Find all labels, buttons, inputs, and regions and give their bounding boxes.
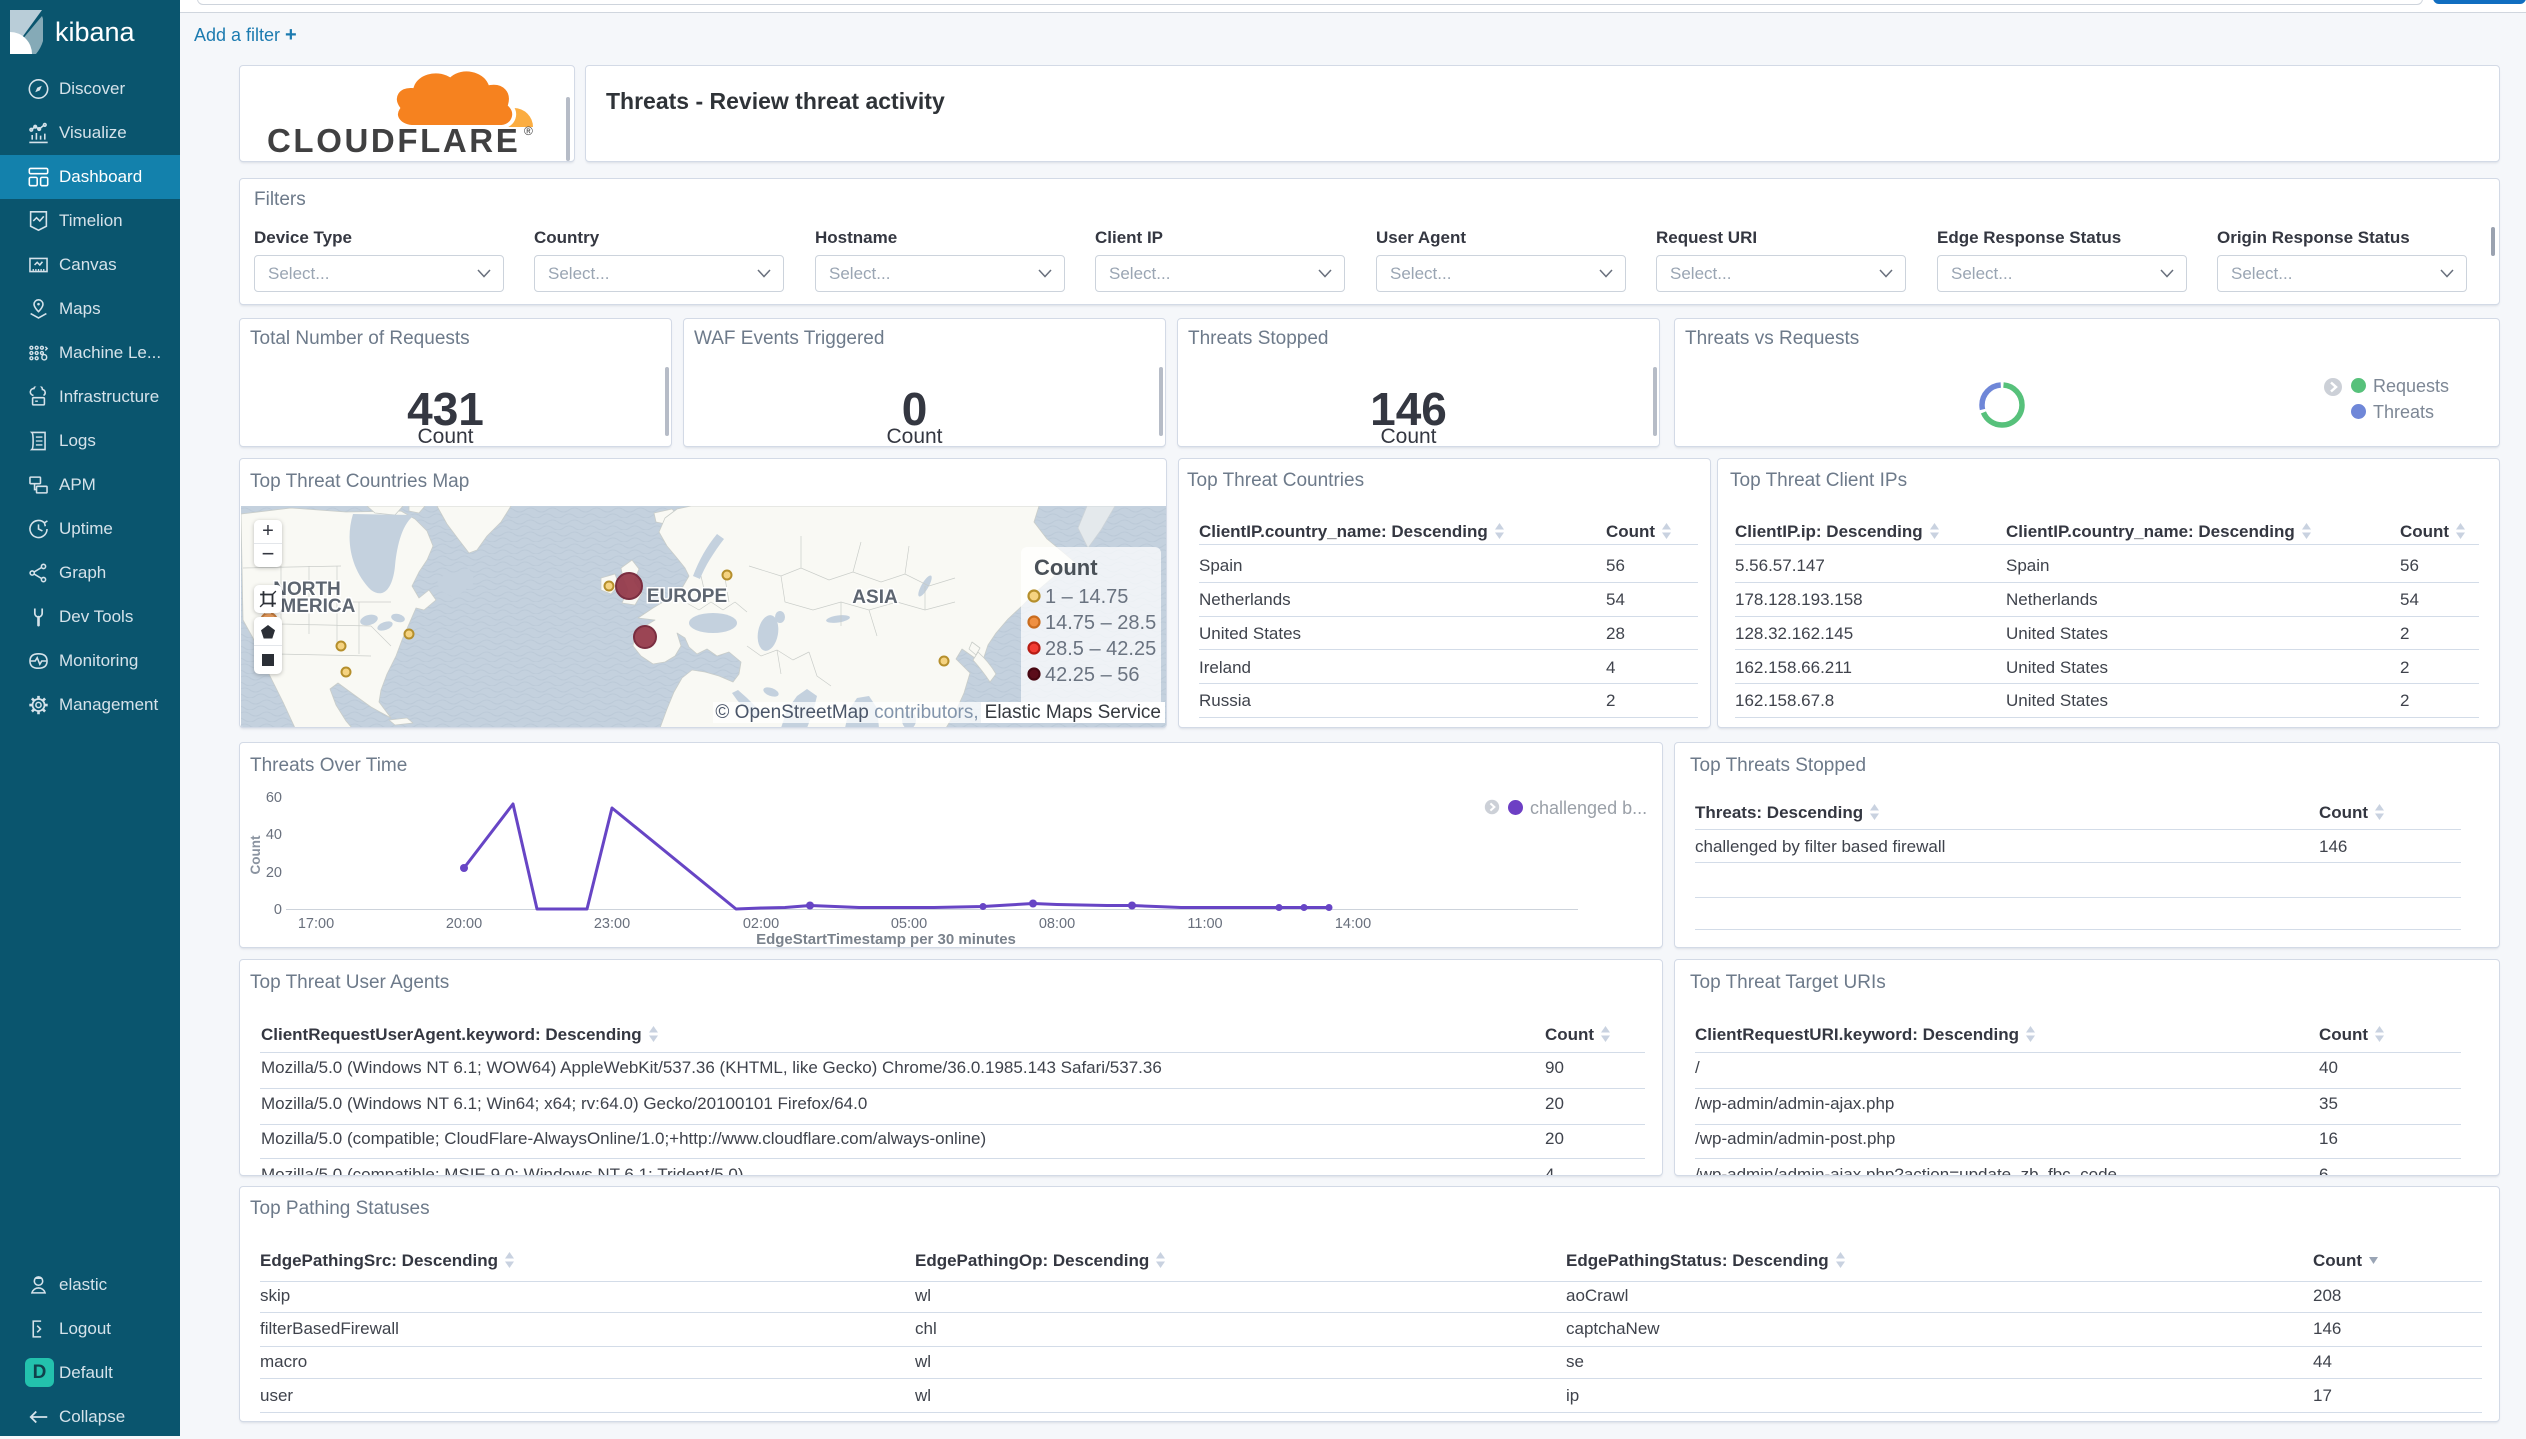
svg-text:28.5 – 42.25: 28.5 – 42.25 <box>1045 638 1156 660</box>
svg-text:05:00: 05:00 <box>891 916 927 932</box>
svg-text:40: 40 <box>266 827 282 843</box>
svg-text:ASIA: ASIA <box>852 587 898 608</box>
svg-text:CLOUDFLARE: CLOUDFLARE <box>267 122 520 159</box>
svg-text:08:00: 08:00 <box>1039 916 1075 932</box>
svg-text:1 – 14.75: 1 – 14.75 <box>1045 587 1128 608</box>
svg-text:0: 0 <box>274 902 282 918</box>
svg-text:Count: Count <box>248 835 263 874</box>
svg-text:17:00: 17:00 <box>298 916 334 932</box>
svg-text:20: 20 <box>266 865 282 881</box>
svg-text:®: ® <box>524 124 533 138</box>
svg-text:23:00: 23:00 <box>594 916 630 932</box>
svg-text:02:00: 02:00 <box>743 916 779 932</box>
svg-text:14:00: 14:00 <box>1335 916 1371 932</box>
svg-text:42.25 – 56: 42.25 – 56 <box>1045 664 1140 686</box>
svg-text:EdgeStartTimestamp per 30 minu: EdgeStartTimestamp per 30 minutes <box>756 931 1016 947</box>
svg-text:60: 60 <box>266 790 282 806</box>
svg-text:14.75 – 28.5: 14.75 – 28.5 <box>1045 612 1156 634</box>
svg-text:11:00: 11:00 <box>1187 916 1222 932</box>
svg-text:20:00: 20:00 <box>446 916 482 932</box>
svg-text:EUROPE: EUROPE <box>647 586 727 607</box>
